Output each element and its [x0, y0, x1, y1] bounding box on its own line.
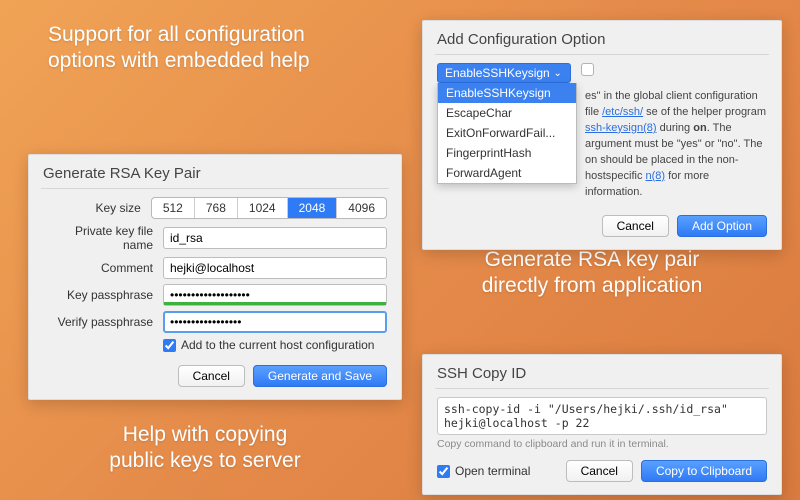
option-exitonforwardfail[interactable]: ExitOnForwardFail...: [438, 123, 576, 143]
verify-passphrase-input[interactable]: [163, 311, 387, 333]
chevron-down-icon: ⌄: [550, 68, 566, 79]
panel-add-config: Add Configuration Option EnableSSHKeysig…: [422, 20, 782, 250]
config-value-checkbox[interactable]: [581, 63, 594, 76]
divider: [41, 188, 389, 189]
key-size-4096[interactable]: 4096: [337, 198, 386, 218]
copyid-title: SSH Copy ID: [423, 355, 781, 388]
rsa-cancel-button[interactable]: Cancel: [178, 365, 245, 387]
label-file-name: Private key file name: [43, 224, 163, 252]
label-verify: Verify passphrase: [43, 315, 163, 329]
rsa-title: Generate RSA Key Pair: [29, 155, 401, 188]
link-etc-ssh[interactable]: /etc/ssh/: [602, 106, 643, 118]
promo-rsa: Generate RSA key pairdirectly from appli…: [432, 247, 752, 300]
config-add-button[interactable]: Add Option: [677, 215, 767, 237]
key-size-segmented[interactable]: 512 768 1024 2048 4096: [151, 197, 387, 219]
link-man-n8[interactable]: n(8): [646, 170, 666, 182]
config-option-dropdown[interactable]: EnableSSHKeysign EscapeChar ExitOnForwar…: [437, 83, 577, 184]
panel-generate-rsa: Generate RSA Key Pair Key size 512 768 1…: [28, 154, 402, 400]
config-selected: EnableSSHKeysign: [445, 66, 550, 80]
open-terminal-label: Open terminal: [455, 464, 530, 478]
copyid-copy-button[interactable]: Copy to Clipboard: [641, 460, 767, 482]
comment-input[interactable]: [163, 257, 387, 279]
copyid-command[interactable]: ssh-copy-id -i "/Users/hejki/.ssh/id_rsa…: [437, 397, 767, 435]
promo-copyid: Help with copyingpublic keys to server: [70, 422, 340, 475]
key-size-2048[interactable]: 2048: [288, 198, 338, 218]
copyid-cancel-button[interactable]: Cancel: [566, 460, 633, 482]
rsa-generate-button[interactable]: Generate and Save: [253, 365, 387, 387]
passphrase-strength-bar: [164, 302, 386, 305]
file-name-input[interactable]: [163, 227, 387, 249]
config-title: Add Configuration Option: [423, 21, 781, 54]
panel-ssh-copy-id: SSH Copy ID ssh-copy-id -i "/Users/hejki…: [422, 354, 782, 495]
divider: [435, 388, 769, 389]
config-option-combo[interactable]: EnableSSHKeysign ⌄: [437, 63, 571, 83]
key-size-768[interactable]: 768: [195, 198, 238, 218]
option-fingerprinthash[interactable]: FingerprintHash: [438, 143, 576, 163]
label-passphrase: Key passphrase: [43, 288, 163, 302]
add-to-host-label: Add to the current host configuration: [181, 338, 374, 352]
link-ssh-keysign[interactable]: ssh-keysign(8): [585, 122, 657, 134]
option-enablesshkeysign[interactable]: EnableSSHKeysign: [438, 83, 576, 103]
option-escapechar[interactable]: EscapeChar: [438, 103, 576, 123]
key-size-1024[interactable]: 1024: [238, 198, 288, 218]
option-forwardagent[interactable]: ForwardAgent: [438, 163, 576, 183]
add-to-host-checkbox[interactable]: [163, 339, 176, 352]
open-terminal-checkbox[interactable]: [437, 465, 450, 478]
label-key-size: Key size: [43, 201, 151, 215]
divider: [435, 54, 769, 55]
copyid-hint: Copy command to clipboard and run it in …: [437, 438, 767, 450]
promo-config-help: Support for all configurationoptions wit…: [48, 22, 348, 75]
config-cancel-button[interactable]: Cancel: [602, 215, 669, 237]
key-size-512[interactable]: 512: [152, 198, 195, 218]
label-comment: Comment: [43, 261, 163, 275]
